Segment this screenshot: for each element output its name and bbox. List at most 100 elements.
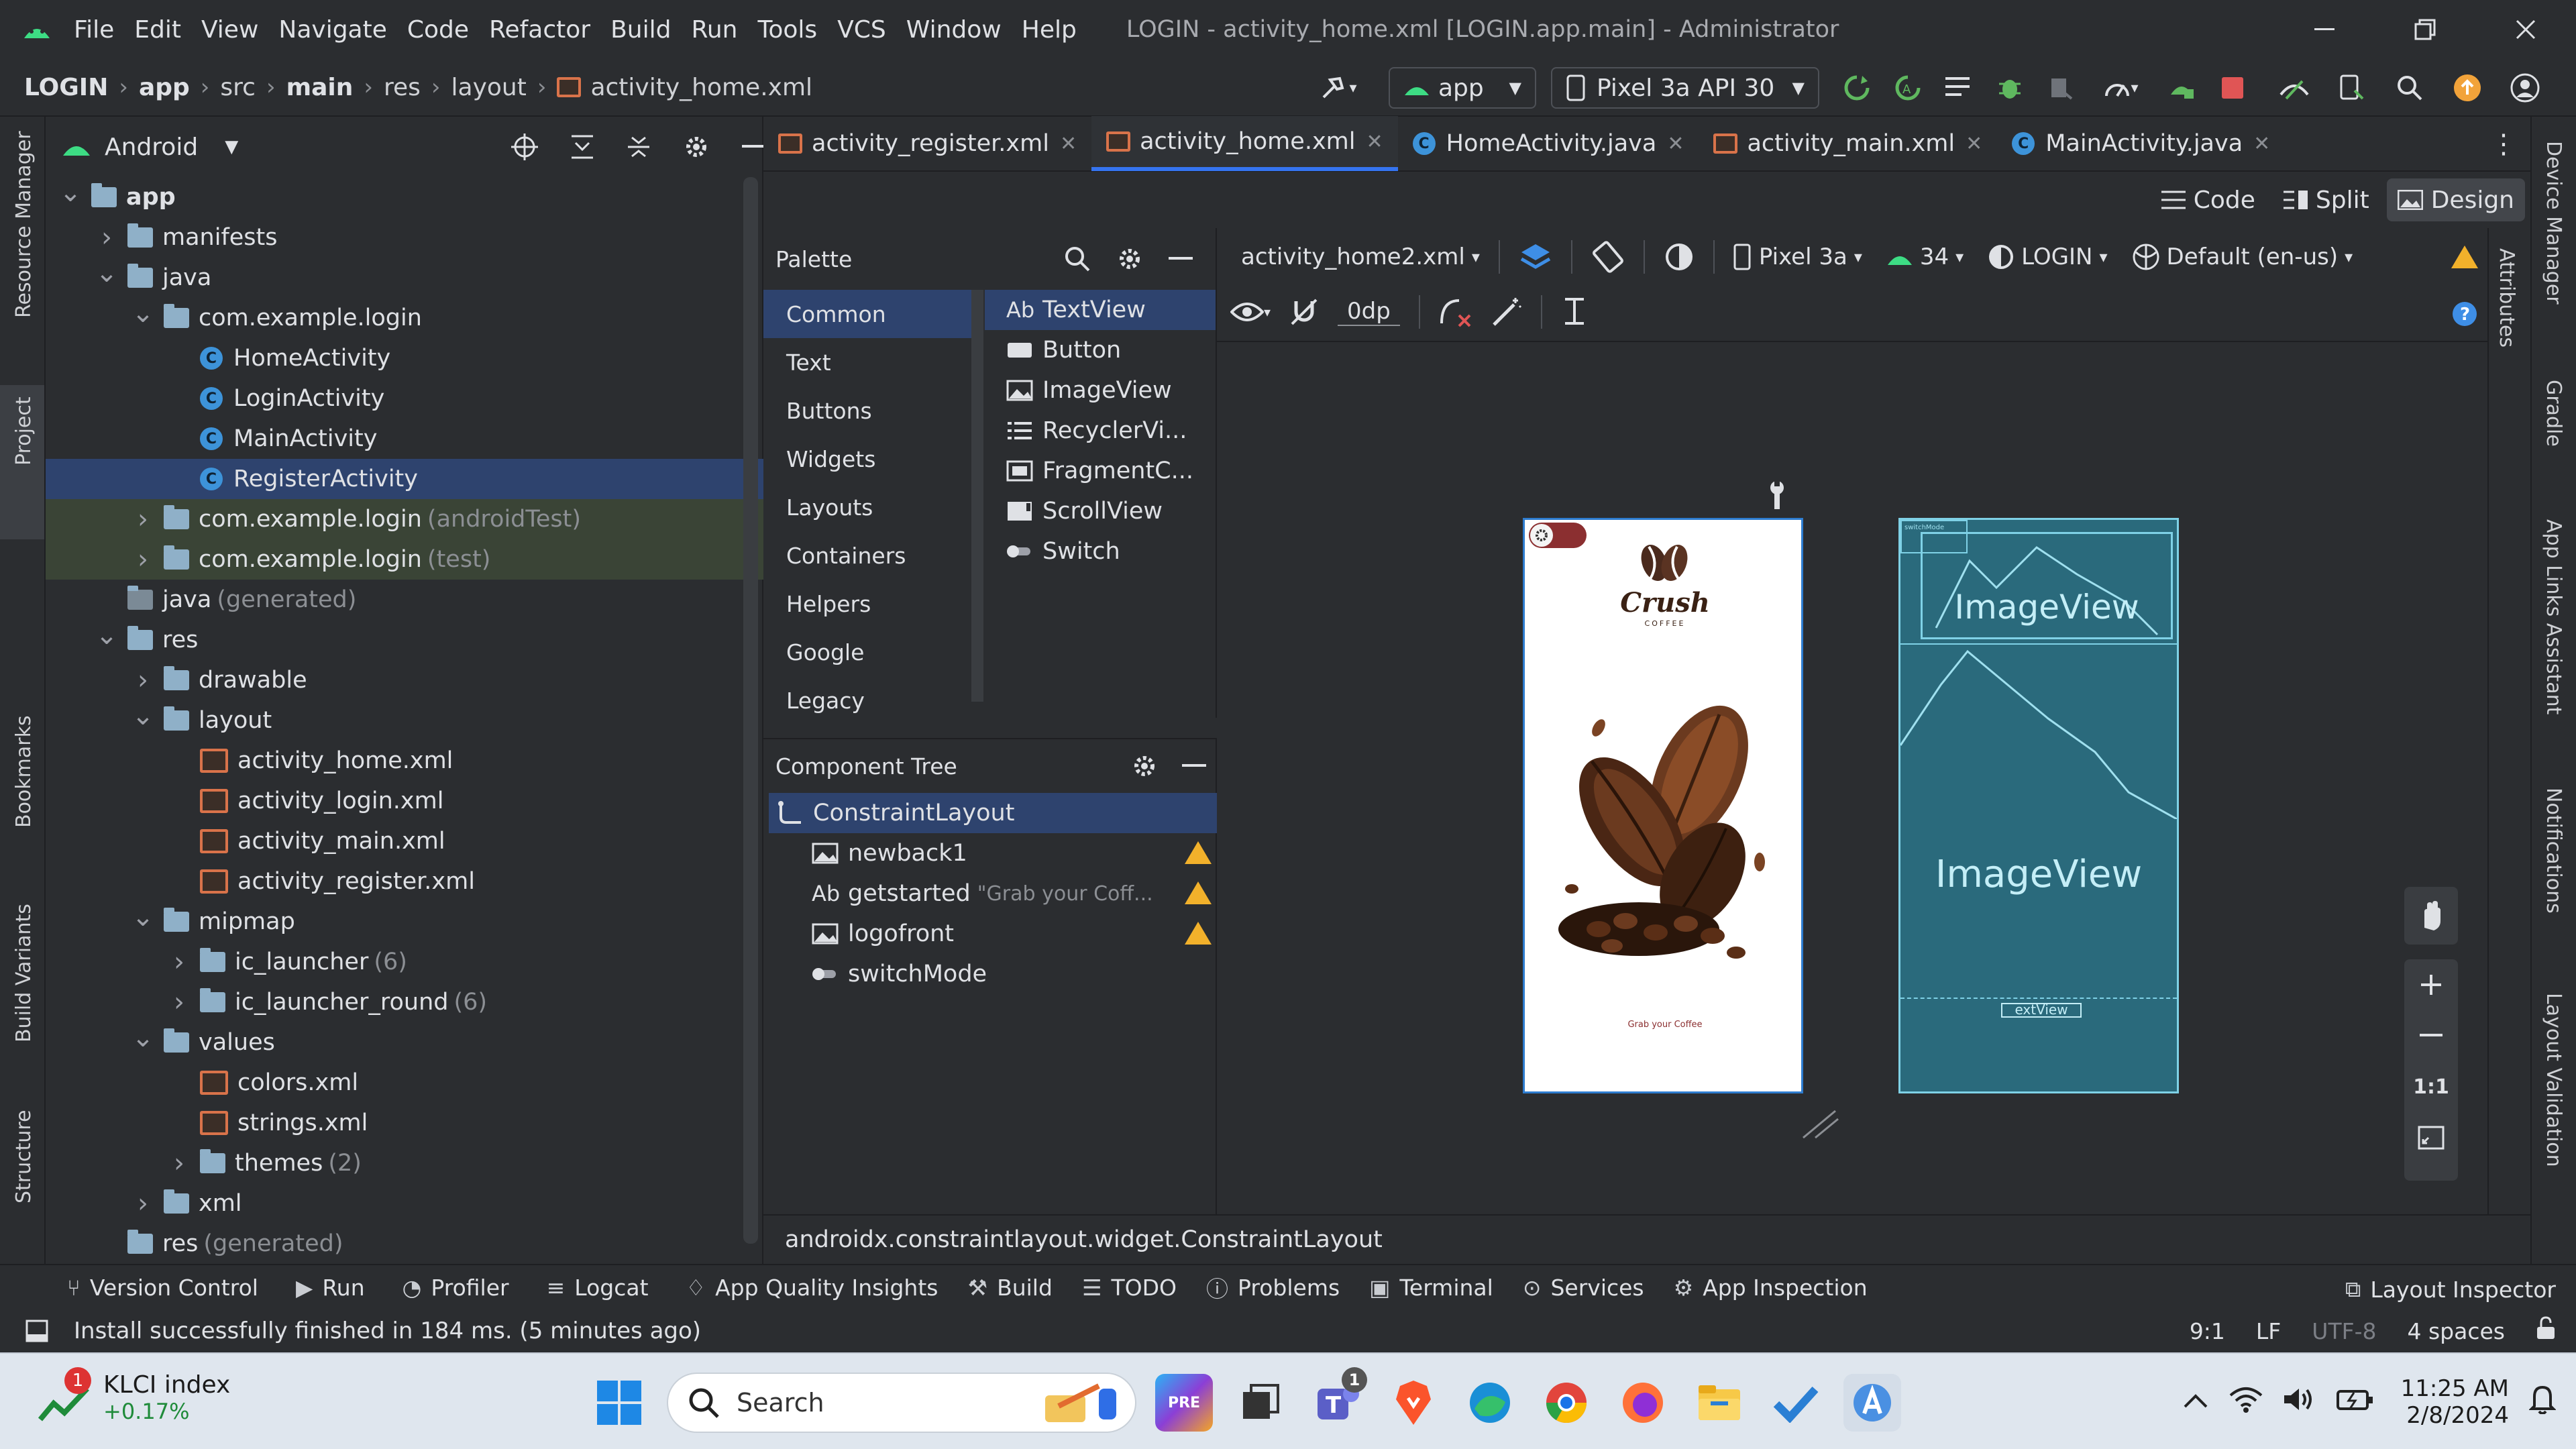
- infer-constraints-icon[interactable]: [1491, 297, 1522, 327]
- component-tree-hide-icon[interactable]: [1182, 764, 1206, 768]
- tree-item[interactable]: ⌄ values: [46, 1022, 763, 1063]
- gear-icon[interactable]: [683, 133, 710, 160]
- close-tab-icon[interactable]: ✕: [1060, 132, 1077, 156]
- chevron-right-icon[interactable]: ›: [131, 1188, 154, 1219]
- close-tab-icon[interactable]: ✕: [1667, 132, 1684, 156]
- warning-icon[interactable]: [1185, 922, 1212, 951]
- palette-item[interactable]: Ab TextView: [985, 290, 1216, 330]
- menu-refactor[interactable]: Refactor: [489, 16, 590, 44]
- sync-project-icon[interactable]: [1941, 76, 1976, 100]
- lock-icon[interactable]: [2536, 1316, 2556, 1346]
- close-icon[interactable]: [2475, 0, 2576, 59]
- menu-code[interactable]: Code: [407, 16, 469, 44]
- chevron-right-icon[interactable]: ›: [168, 947, 191, 977]
- search-icon[interactable]: [2392, 74, 2427, 101]
- task-view-icon[interactable]: [1232, 1374, 1289, 1432]
- menu-edit[interactable]: Edit: [134, 16, 181, 44]
- component-tree-gear-icon[interactable]: [1131, 753, 1158, 780]
- design-mode-button[interactable]: Design: [2386, 178, 2525, 221]
- tree-item[interactable]: › drawable: [46, 660, 763, 700]
- palette-item[interactable]: Switch: [985, 531, 1216, 572]
- device-manager-tab[interactable]: Device Manager: [2542, 141, 2565, 305]
- todo-icon[interactable]: [1767, 1374, 1825, 1432]
- layout-file-dropdown[interactable]: activity_home2.xml ▾: [1241, 244, 1480, 270]
- palette-category[interactable]: Widgets: [763, 435, 971, 483]
- palette-category[interactable]: Legacy: [763, 676, 971, 724]
- tree-item[interactable]: ⌄ com.example.login: [46, 298, 763, 338]
- chevron-right-icon[interactable]: ›: [131, 544, 154, 575]
- notifications-tab[interactable]: Notifications: [2542, 788, 2565, 914]
- structure-tab[interactable]: Structure: [12, 1110, 36, 1203]
- close-tab-icon[interactable]: ✕: [2253, 132, 2270, 156]
- volume-icon[interactable]: [2283, 1386, 2316, 1419]
- tree-item[interactable]: activity_login.xml: [46, 781, 763, 821]
- layout-validation-tab[interactable]: Layout Validation: [2542, 993, 2565, 1167]
- chevron-down-icon[interactable]: ⌄: [95, 258, 118, 288]
- palette-category[interactable]: Buttons: [763, 386, 971, 435]
- brave-icon[interactable]: [1385, 1374, 1442, 1432]
- battery-icon[interactable]: [2336, 1386, 2374, 1419]
- breadcrumb-item[interactable]: app: [139, 74, 190, 101]
- chevron-down-icon[interactable]: ▼: [225, 137, 238, 157]
- breadcrumb-item[interactable]: main: [286, 74, 354, 101]
- editor-tab[interactable]: activity_main.xml ✕: [1699, 116, 1997, 171]
- chevron-down-icon[interactable]: ⌄: [131, 298, 154, 329]
- run-config-dropdown[interactable]: app ▼: [1389, 67, 1536, 109]
- menu-view[interactable]: View: [201, 16, 258, 44]
- palette-item[interactable]: Button: [985, 330, 1216, 370]
- tree-item[interactable]: › com.example.login (androidTest): [46, 499, 763, 539]
- palette-category[interactable]: Helpers: [763, 580, 971, 628]
- device-explorer-icon[interactable]: [2334, 74, 2369, 101]
- palette-category[interactable]: Common: [763, 290, 971, 338]
- cursor-position[interactable]: 9:1: [2190, 1318, 2225, 1344]
- palette-category[interactable]: Layouts: [763, 483, 971, 531]
- update-icon[interactable]: [2450, 73, 2485, 103]
- view-options-icon[interactable]: ▾: [1230, 300, 1271, 324]
- palette-gear-icon[interactable]: [1116, 246, 1143, 272]
- gradle-tab[interactable]: Gradle: [2542, 380, 2565, 447]
- design-surface-icon[interactable]: [1519, 241, 1552, 272]
- menu-file[interactable]: File: [74, 16, 114, 44]
- apply-code-changes-icon[interactable]: A: [1890, 74, 1925, 101]
- build-hammer-icon[interactable]: ▾: [1308, 74, 1368, 101]
- tree-item[interactable]: › com.example.login (test): [46, 539, 763, 580]
- zoom-fit-icon[interactable]: [2404, 1112, 2458, 1163]
- palette-item[interactable]: FragmentC...: [985, 451, 1216, 491]
- tool-window-services[interactable]: ⊙ Services: [1523, 1275, 1644, 1301]
- palette-category[interactable]: Google: [763, 628, 971, 676]
- palette-item[interactable]: ScrollView: [985, 491, 1216, 531]
- chevron-right-icon[interactable]: ›: [168, 1148, 191, 1179]
- breadcrumb-item[interactable]: activity_home.xml: [590, 74, 812, 101]
- tree-item[interactable]: › ic_launcher (6): [46, 942, 763, 982]
- attributes-tab[interactable]: Attributes: [2495, 248, 2518, 347]
- breadcrumb-item[interactable]: src: [220, 74, 256, 101]
- breadcrumb-item[interactable]: res: [384, 74, 421, 101]
- firefox-icon[interactable]: [1614, 1374, 1672, 1432]
- chevron-down-icon[interactable]: ⌄: [131, 1022, 154, 1053]
- chevron-down-icon[interactable]: ⌄: [59, 177, 82, 208]
- chevron-right-icon[interactable]: ›: [131, 504, 154, 535]
- tool-window-run[interactable]: ▶ Run: [296, 1275, 365, 1301]
- apply-changes-restart-icon[interactable]: [1839, 74, 1874, 101]
- chevron-right-icon[interactable]: ›: [168, 987, 191, 1018]
- tree-item[interactable]: › manifests: [46, 217, 763, 258]
- bookmarks-tab[interactable]: Bookmarks: [12, 715, 36, 828]
- tree-item[interactable]: C MainActivity: [46, 419, 763, 459]
- collapse-all-icon[interactable]: [627, 133, 651, 160]
- chevron-down-icon[interactable]: ⌄: [131, 902, 154, 932]
- tool-window-profiler[interactable]: ◔ Profiler: [402, 1275, 509, 1301]
- notification-bell-icon[interactable]: [2528, 1385, 2557, 1420]
- tree-item[interactable]: › xml: [46, 1183, 763, 1224]
- more-tabs-icon[interactable]: ⋮: [2490, 129, 2517, 160]
- chevron-right-icon[interactable]: ›: [131, 665, 154, 696]
- resource-manager-tab[interactable]: Resource Manager: [12, 131, 36, 318]
- api-selector[interactable]: 34 ▾: [1886, 244, 1964, 270]
- chevron-down-icon[interactable]: ⌄: [131, 700, 154, 731]
- account-icon[interactable]: [2508, 73, 2542, 103]
- teams-icon[interactable]: T1: [1308, 1367, 1367, 1432]
- device-dropdown[interactable]: Pixel 3a API 30 ▼: [1551, 67, 1819, 109]
- palette-item[interactable]: RecyclerVi...: [985, 411, 1216, 451]
- tree-item[interactable]: › ic_launcher_round (6): [46, 982, 763, 1022]
- tool-window-app-inspection[interactable]: ⚙ App Inspection: [1674, 1275, 1868, 1301]
- debug-icon[interactable]: [1992, 74, 2027, 101]
